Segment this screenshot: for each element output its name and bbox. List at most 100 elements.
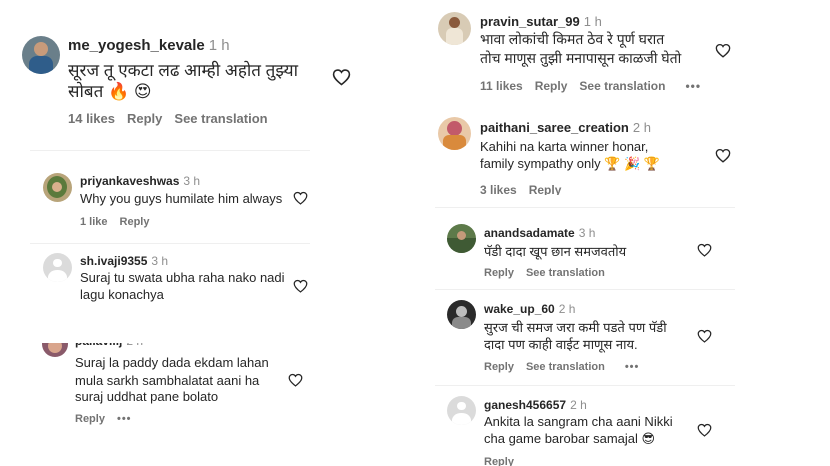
comment-text-line: Kahihi na karta winner honar, [480, 139, 649, 154]
username[interactable]: pallavilij [75, 343, 122, 348]
likes-count[interactable]: 3 likes [480, 183, 517, 195]
heart-outline-icon[interactable] [697, 243, 712, 257]
username[interactable]: anandsadamate [484, 226, 575, 240]
see-translation-button[interactable]: See translation [579, 79, 665, 93]
timestamp: 2 h [126, 343, 143, 348]
comment-text-line: lagu konachya [80, 287, 164, 302]
likes-count[interactable]: 1 like [80, 216, 108, 228]
likes-count[interactable]: 11 likes [480, 79, 523, 93]
see-translation-button[interactable]: See translation [526, 361, 605, 373]
divider [30, 150, 310, 151]
comment-header: priyankaveshwas 3 h [80, 174, 200, 188]
reply-button[interactable]: Reply [535, 79, 568, 93]
comment-text-line: सोबत 🔥 😍 [68, 82, 152, 101]
comment-meta: Reply See translation ••• [484, 361, 651, 373]
comment-text-line: सूरज तू एकटा लढ आम्ही अहोत तुझ्या [68, 61, 299, 80]
username[interactable]: me_yogesh_kevale [68, 37, 205, 54]
comment-me-yogesh-kevale: me_yogesh_kevale 1 h सूरज तू एकटा लढ आम्ह… [0, 0, 415, 140]
comment-text-line: cha game barobar samajal 😎 [484, 431, 656, 446]
username[interactable]: sh.ivaji9355 [80, 254, 147, 268]
avatar[interactable] [447, 300, 476, 329]
timestamp: 3 h [183, 174, 201, 188]
comment-meta: 1 like Reply [80, 216, 162, 228]
timestamp: 2 h [558, 302, 576, 316]
timestamp: 1 h [208, 37, 230, 54]
comment-text-line: Why you guys humilate him always [80, 191, 283, 206]
see-translation-button[interactable]: See translation [526, 267, 605, 279]
username[interactable]: wake_up_60 [484, 302, 555, 316]
heart-outline-icon[interactable] [293, 279, 308, 293]
more-options-icon[interactable]: ••• [117, 413, 132, 425]
reply-button[interactable]: Reply [484, 361, 514, 373]
reply-button[interactable]: Reply [484, 267, 514, 279]
comment-text-line: Suraj la paddy dada ekdam lahan [75, 355, 269, 370]
avatar[interactable] [438, 117, 471, 150]
timestamp: 2 h [632, 120, 651, 135]
comment-text-line: family sympathy only 🏆 🎉 🏆 [480, 156, 661, 171]
heart-outline-icon[interactable] [715, 148, 731, 163]
comment-header: sh.ivaji9355 3 h [80, 254, 168, 268]
likes-count[interactable]: 14 likes [68, 111, 115, 126]
comment-text-line: Ankita la sangram cha aani Nikki [484, 414, 673, 429]
heart-outline-icon[interactable] [697, 423, 712, 437]
heart-outline-icon[interactable] [293, 191, 308, 205]
comment-pravin-sutar-99: pravin_sutar_99 1 h भावा लोकांची किमत ठेव… [425, 0, 830, 105]
timestamp: 3 h [151, 254, 169, 268]
reply-button[interactable]: Reply [127, 111, 162, 126]
comment-pallavilij: pallavilij 2 h Suraj la paddy dada ekdam … [0, 343, 330, 466]
username[interactable]: paithani_saree_creation [480, 120, 629, 135]
comment-anandsadamate: anandsadamate 3 h पॅडी दादा खूप छान समजवत… [425, 218, 745, 288]
reply-button[interactable]: Reply [529, 183, 562, 195]
comment-header: pravin_sutar_99 1 h [480, 14, 602, 29]
comment-text-line: भावा लोकांची किमत ठेव रे पूर्ण घरात [480, 31, 665, 47]
comment-priyankaveshwas: priyankaveshwas 3 h Why you guys humilate… [0, 165, 330, 240]
comment-text-line: पॅडी दादा खूप छान समजवतोय [484, 244, 627, 259]
comment-text-line: सुरज ची समज जरा कमी पडते पण पॅडी [484, 320, 667, 335]
avatar[interactable] [43, 253, 72, 282]
heart-outline-icon[interactable] [715, 43, 731, 58]
left-comments-panel: me_yogesh_kevale 1 h सूरज तू एकटा लढ आम्ह… [0, 0, 415, 466]
reply-button[interactable]: Reply [75, 413, 105, 425]
avatar[interactable] [447, 396, 476, 425]
comment-meta: Reply [484, 456, 526, 466]
comment-meta: 3 likes Reply [480, 183, 573, 195]
heart-outline-icon[interactable] [288, 373, 303, 387]
timestamp: 1 h [583, 14, 602, 29]
comment-header: me_yogesh_kevale 1 h [68, 37, 230, 54]
reply-button[interactable]: Reply [120, 216, 150, 228]
avatar[interactable] [42, 343, 68, 357]
comment-meta: Reply ••• [75, 413, 144, 425]
comment-header: ganesh456657 2 h [484, 398, 587, 412]
divider [435, 289, 735, 290]
comment-meta: Reply See translation [484, 267, 617, 279]
comment-text-line: mula sarkh sambhalatat aani ha [75, 373, 260, 388]
comment-text-line: तोच माणूस तुझी मनापासून काळजी घेतो [480, 50, 682, 66]
avatar[interactable] [438, 12, 471, 45]
see-translation-button[interactable]: See translation [174, 111, 267, 126]
comment-text-line: दादा पण काही वाईट माणूस नाय. [484, 337, 638, 352]
divider [435, 207, 735, 208]
avatar[interactable] [22, 36, 60, 74]
comment-meta: 14 likes Reply See translation [68, 111, 280, 126]
comment-sh-ivaji9355: sh.ivaji9355 3 h Suraj tu swata ubha raha… [0, 248, 330, 328]
heart-outline-icon[interactable] [332, 68, 351, 86]
username[interactable]: priyankaveshwas [80, 174, 179, 188]
username[interactable]: ganesh456657 [484, 398, 566, 412]
comment-ganesh456657: ganesh456657 2 h Ankita la sangram cha aa… [425, 390, 745, 466]
heart-outline-icon[interactable] [697, 329, 712, 343]
comment-header: anandsadamate 3 h [484, 226, 595, 240]
more-options-icon[interactable]: ••• [685, 79, 701, 93]
comment-meta: 11 likes Reply See translation ••• [480, 79, 713, 93]
more-options-icon[interactable]: ••• [625, 361, 640, 373]
avatar[interactable] [43, 173, 72, 202]
avatar[interactable] [447, 224, 476, 253]
comment-paithani-saree-creation: paithani_saree_creation 2 h Kahihi na kar… [425, 110, 830, 195]
username[interactable]: pravin_sutar_99 [480, 14, 580, 29]
comment-header: pallavilij 2 h [75, 343, 143, 348]
comment-text-line: Suraj tu swata ubha raha nako nadi [80, 270, 285, 285]
reply-button[interactable]: Reply [484, 456, 514, 466]
comment-wake-up-60: wake_up_60 2 h सुरज ची समज जरा कमी पडते प… [425, 294, 745, 384]
timestamp: 2 h [570, 398, 587, 412]
comment-text-line: suraj uddhat pane bolato [75, 389, 219, 404]
comment-header: paithani_saree_creation 2 h [480, 120, 651, 135]
